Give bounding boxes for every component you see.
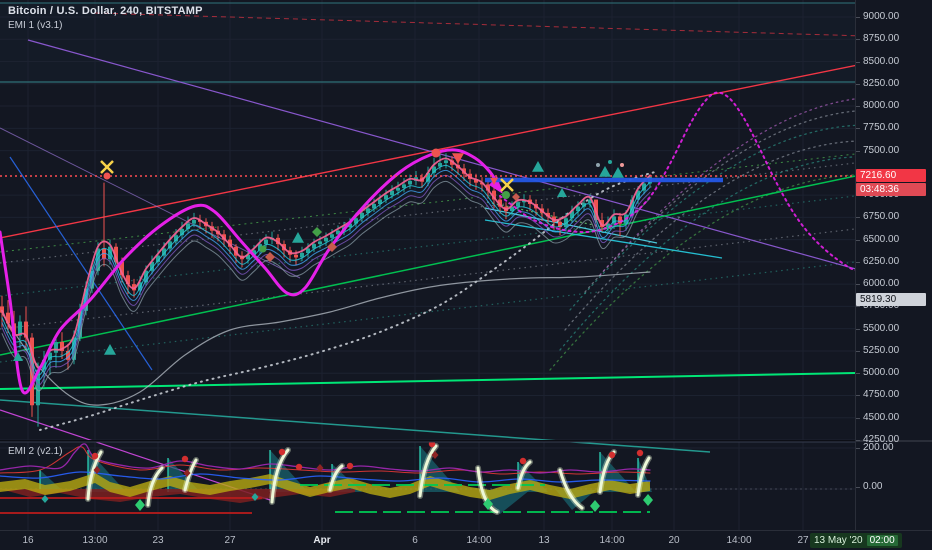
price-axis-label: 8750.00 (855, 33, 900, 45)
time-axis-label: Apr (313, 535, 331, 546)
time-axis-label: 13 (538, 535, 550, 546)
time-axis-label: 27 (224, 535, 236, 546)
badge-date: 13 May '20 (814, 535, 863, 546)
price-axis-label: 5000.00 (855, 367, 900, 379)
time-axis-label: 13:00 (82, 535, 108, 546)
time-axis-label: 14:00 (466, 535, 492, 546)
indicator-level-badge: 5819.30 (856, 293, 926, 307)
time-axis-label: 14:00 (726, 535, 752, 546)
badge-time: 02:00 (866, 535, 898, 546)
price-axis-label: 4750.00 (855, 389, 900, 401)
symbol-title[interactable]: Bitcoin / U.S. Dollar, 240, BITSTAMP (8, 5, 203, 17)
price-axis-label: 6000.00 (855, 278, 900, 290)
trading-chart-app: Bitcoin / U.S. Dollar, 240, BITSTAMP EMI… (0, 0, 932, 550)
chart-canvas[interactable] (0, 0, 855, 530)
price-axis-label: 4500.00 (855, 411, 900, 423)
pane2-axis-label: 0.00 (855, 481, 883, 492)
time-axis-label: 20 (668, 535, 680, 546)
price-axis-label: 7750.00 (855, 122, 900, 134)
indicator1-label[interactable]: EMI 1 (v3.1) (8, 20, 203, 31)
price-axis[interactable]: 7216.60 03:48:36 5819.30 9000.00 8750.00 8… (855, 0, 932, 530)
time-axis-label: 6 (412, 535, 418, 546)
price-axis-label: 8250.00 (855, 77, 900, 89)
chart-pane[interactable]: Bitcoin / U.S. Dollar, 240, BITSTAMP EMI… (0, 0, 855, 530)
ema-ribbon-layer (1, 157, 651, 392)
price-axis-label: 5500.00 (855, 322, 900, 334)
time-axis-label: 27 (797, 535, 809, 546)
price-axis-label: 9000.00 (855, 11, 900, 22)
time-axis-label: 14:00 (599, 535, 625, 546)
time-axis-label: 16 (22, 535, 34, 546)
price-axis-label: 6500.00 (855, 233, 900, 245)
bar-countdown-badge: 03:48:36 (856, 182, 926, 196)
price-axis-label: 5250.00 (855, 344, 900, 356)
next-bar-time-badge: 13 May '20 02:00 (810, 533, 902, 548)
price-axis-label: 7500.00 (855, 144, 900, 156)
time-axis-label: 23 (152, 535, 164, 546)
price-axis-label: 6750.00 (855, 211, 900, 223)
indicator2-label[interactable]: EMI 2 (v2.1) (8, 446, 62, 457)
pane-separator (0, 440, 855, 443)
price-axis-label: 8500.00 (855, 55, 900, 67)
time-axis[interactable]: 13 May '20 02:00 16 13:00 23 27 Apr 6 14:00 13 14… (0, 530, 932, 550)
dotted-fan-layer (0, 162, 855, 363)
price-axis-label: 6250.00 (855, 255, 900, 267)
pane2-axis-label: 200.00 (856, 442, 894, 453)
price-axis-label: 8000.00 (855, 100, 900, 112)
legend[interactable]: Bitcoin / U.S. Dollar, 240, BITSTAMP EMI… (8, 5, 203, 31)
current-price-badge: 7216.60 (856, 168, 926, 182)
